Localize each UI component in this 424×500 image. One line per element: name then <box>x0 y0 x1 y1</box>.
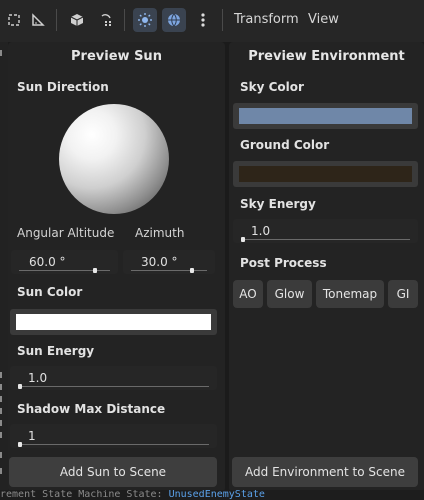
slider-track <box>241 239 410 240</box>
preview-sun-panel: Preview Sun Sun Direction Angular Altitu… <box>8 42 225 492</box>
menu-view[interactable]: View <box>308 12 339 27</box>
slider-knob[interactable] <box>190 268 195 273</box>
angular-altitude-field[interactable]: 60.0 ° <box>11 250 118 274</box>
ruler-icon[interactable] <box>26 8 50 32</box>
slider-track <box>131 270 207 271</box>
slider-knob[interactable] <box>18 384 22 389</box>
panel-title: Preview Environment <box>248 49 405 64</box>
slider-knob[interactable] <box>92 268 97 273</box>
shadow-max-distance-value: 1 <box>28 429 36 443</box>
shadow-max-distance-field[interactable]: 1 <box>10 424 217 448</box>
angular-altitude-label: Angular Altitude <box>17 226 115 240</box>
sky-color-picker[interactable] <box>233 103 418 129</box>
sky-color-label: Sky Color <box>240 80 304 94</box>
angular-altitude-value: 60.0 ° <box>29 255 66 269</box>
azimuth-value: 30.0 ° <box>141 255 178 269</box>
status-value: UnusedEnemyState <box>168 490 265 500</box>
sun-direction-label: Sun Direction <box>17 80 109 94</box>
ao-toggle-button[interactable]: AO <box>233 280 263 308</box>
preview-environment-panel: Preview Environment Sky Color Ground Col… <box>229 42 424 492</box>
sun-energy-value: 1.0 <box>28 371 48 385</box>
post-process-label: Post Process <box>240 256 327 270</box>
sun-energy-label: Sun Energy <box>17 344 95 358</box>
sun-color-label: Sun Color <box>17 285 83 299</box>
status-prefix: rement State Machine State: <box>0 490 169 500</box>
slider-track <box>18 444 209 445</box>
ground-color-label: Ground Color <box>240 138 330 152</box>
sun-toggle-icon[interactable] <box>133 8 157 32</box>
azimuth-field[interactable]: 30.0 ° <box>123 250 215 274</box>
slider-track <box>18 386 209 387</box>
add-sun-to-scene-button[interactable]: Add Sun to Scene <box>9 457 217 487</box>
cube-icon[interactable] <box>65 8 89 32</box>
sun-energy-field[interactable]: 1.0 <box>10 366 217 390</box>
menu-transform[interactable]: Transform <box>234 12 299 27</box>
sun-direction-sphere[interactable] <box>59 104 169 214</box>
editor-status-line: rement State Machine State: UnusedEnemyS… <box>0 490 424 500</box>
add-environment-to-scene-button[interactable]: Add Environment to Scene <box>232 457 418 487</box>
shadow-max-distance-label: Shadow Max Distance <box>17 402 166 416</box>
sun-color-picker[interactable] <box>10 309 217 335</box>
select-icon[interactable] <box>2 8 26 32</box>
azimuth-label: Azimuth <box>135 226 185 240</box>
slider-knob[interactable] <box>18 442 22 447</box>
sky-energy-field[interactable]: 1.0 <box>233 219 418 243</box>
slider-knob[interactable] <box>241 237 245 242</box>
editor-background-strip <box>0 42 8 500</box>
panel-title: Preview Sun <box>71 49 162 64</box>
tonemap-toggle-button[interactable]: Tonemap <box>316 280 384 308</box>
gi-toggle-button[interactable]: GI <box>388 280 418 308</box>
sun-color-swatch <box>16 314 211 330</box>
more-options-icon[interactable] <box>191 8 215 32</box>
sky-color-swatch <box>239 108 412 124</box>
sky-energy-label: Sky Energy <box>240 197 316 211</box>
ground-color-swatch <box>239 166 412 182</box>
environment-toggle-icon[interactable] <box>162 8 186 32</box>
glow-toggle-button[interactable]: Glow <box>267 280 312 308</box>
editor-toolbar: Transform View <box>0 0 424 42</box>
ground-color-picker[interactable] <box>233 161 418 187</box>
sky-energy-value: 1.0 <box>251 224 271 238</box>
rotate-snap-icon[interactable] <box>94 8 118 32</box>
